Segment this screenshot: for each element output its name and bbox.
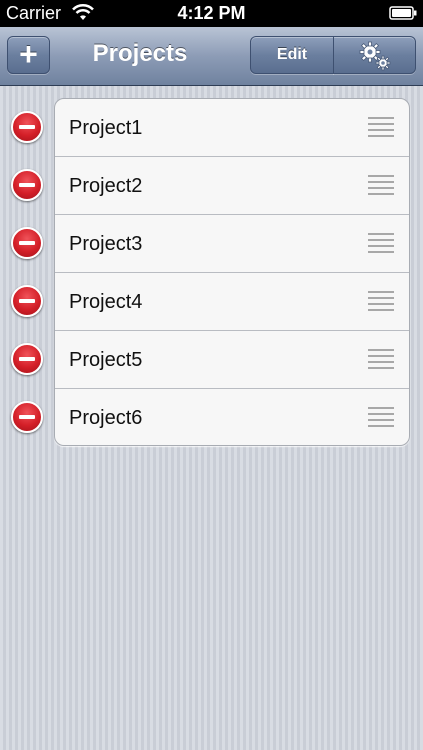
edit-button[interactable]: Edit — [250, 36, 334, 74]
delete-minus-icon[interactable] — [11, 401, 43, 433]
project-name: Project4 — [69, 291, 143, 313]
list-item[interactable]: Project1 — [55, 99, 409, 157]
plus-icon: + — [19, 36, 38, 72]
add-project-button[interactable]: + — [7, 36, 50, 74]
delete-minus-icon[interactable] — [11, 111, 43, 143]
project-name: Project2 — [69, 175, 143, 197]
reorder-grip-icon[interactable] — [368, 117, 394, 137]
gears-icon — [359, 41, 391, 71]
navigation-bar: + Projects Edit — [0, 27, 423, 86]
list-item[interactable]: Project5 — [55, 331, 409, 389]
list-item[interactable]: Project6 — [55, 389, 409, 445]
list-item[interactable]: Project4 — [55, 273, 409, 331]
reorder-grip-icon[interactable] — [368, 233, 394, 253]
delete-minus-icon[interactable] — [11, 227, 43, 259]
reorder-grip-icon[interactable] — [368, 291, 394, 311]
delete-minus-icon[interactable] — [11, 169, 43, 201]
status-bar: Carrier 4:12 PM — [0, 0, 423, 27]
page-title: Projects — [92, 40, 188, 67]
project-name: Project1 — [69, 117, 143, 139]
delete-minus-icon[interactable] — [11, 343, 43, 375]
settings-button[interactable] — [333, 36, 416, 74]
battery-icon — [389, 6, 417, 20]
reorder-grip-icon[interactable] — [368, 407, 394, 427]
list-item[interactable]: Project3 — [55, 215, 409, 273]
project-name: Project6 — [69, 407, 143, 429]
list-item[interactable]: Project2 — [55, 157, 409, 215]
delete-minus-icon[interactable] — [11, 285, 43, 317]
reorder-grip-icon[interactable] — [368, 349, 394, 369]
project-list: Project1 Project2 Project3 Project4 Proj… — [54, 98, 410, 446]
reorder-grip-icon[interactable] — [368, 175, 394, 195]
project-name: Project3 — [69, 233, 143, 255]
project-name: Project5 — [69, 349, 143, 371]
status-time: 4:12 PM — [177, 3, 246, 23]
